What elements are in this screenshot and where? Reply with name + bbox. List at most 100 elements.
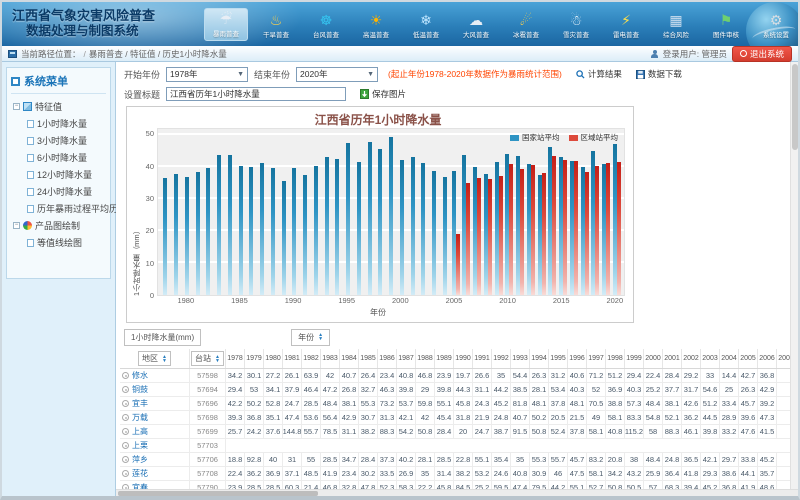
year-column-header[interactable]: 1985 [359, 349, 378, 368]
year-column-header[interactable]: 1984 [340, 349, 359, 368]
year-column-header[interactable]: 2000 [644, 349, 663, 368]
data-cell: 35 [416, 467, 435, 480]
collapse-icon[interactable]: − [13, 103, 20, 110]
row-radio[interactable] [122, 428, 129, 435]
tree-item-24小时降水量[interactable]: 24小时降水量 [11, 183, 106, 200]
vertical-scrollbar[interactable] [790, 62, 798, 489]
year-column-header[interactable]: 1993 [511, 349, 530, 368]
sort-button-台站[interactable]: 台站▲▼ [191, 351, 224, 366]
year-column-header[interactable]: 1978 [226, 349, 245, 368]
toolbar-item-snow-survey[interactable]: ☃雪灾普查 [554, 10, 598, 41]
year-column-header[interactable]: 2006 [758, 349, 777, 368]
year-column-header[interactable]: 1980 [264, 349, 283, 368]
data-cell: 42.1 [701, 453, 720, 466]
year-column-header[interactable]: 1986 [378, 349, 397, 368]
row-radio[interactable] [122, 386, 129, 393]
year-column-header[interactable]: 1998 [606, 349, 625, 368]
x-tick-label [544, 296, 553, 307]
year-column-header[interactable]: 1983 [321, 349, 340, 368]
tree-group-0[interactable]: −特征值 [11, 98, 106, 115]
year-column-header[interactable]: 1991 [473, 349, 492, 368]
tree-item-3小时降水量[interactable]: 3小时降水量 [11, 132, 106, 149]
year-column-header[interactable]: 1988 [416, 349, 435, 368]
year-column-header[interactable]: 1994 [530, 349, 549, 368]
row-radio[interactable] [122, 456, 129, 463]
year-column-header[interactable]: 2003 [701, 349, 720, 368]
toolbar-item-lightning-survey[interactable]: ⚡雷电普查 [604, 10, 648, 41]
horizontal-scrollbar[interactable] [116, 489, 798, 496]
station-name-link[interactable]: 莲花 [132, 468, 148, 479]
tree-item-6小时降水量[interactable]: 6小时降水量 [11, 149, 106, 166]
national-bar-1983 [217, 155, 221, 295]
tree-item-12小时降水量[interactable]: 12小时降水量 [11, 166, 106, 183]
toolbar-item-hightemp-survey[interactable]: ☀高温普查 [354, 10, 398, 41]
year-column-header[interactable]: 2004 [720, 349, 739, 368]
hail-survey-icon: ☄ [520, 12, 533, 28]
data-cell: 39.2 [758, 397, 777, 410]
toolbar-item-wind-survey[interactable]: ☁大风普查 [454, 10, 498, 41]
year-column-header[interactable]: 1990 [454, 349, 473, 368]
tree-item-历年暴雨过程平均历时数[interactable]: 历年暴雨过程平均历时数 [11, 200, 106, 217]
row-radio[interactable] [122, 400, 129, 407]
toolbar-item-label: 图件审核 [713, 29, 739, 39]
station-id-cell: 57598 [190, 369, 226, 382]
chart-title-input[interactable] [166, 87, 346, 101]
toolbar-item-drought-survey[interactable]: ♨干旱普查 [254, 10, 298, 41]
sort-button-地区[interactable]: 地区▲▼ [138, 351, 171, 366]
toolbar-item-map-review[interactable]: ⚑图件审核 [704, 10, 748, 41]
tree-group-1[interactable]: −产品图绘制 [11, 217, 106, 234]
station-name-link[interactable]: 上栗 [132, 440, 148, 451]
tree-item-1小时降水量[interactable]: 1小时降水量 [11, 115, 106, 132]
year-column-header[interactable]: 2002 [682, 349, 701, 368]
data-cell: 48.4 [321, 397, 340, 410]
year-column-header[interactable]: 1982 [302, 349, 321, 368]
year-column-header[interactable]: 2001 [663, 349, 682, 368]
data-cell: 28.1 [416, 453, 435, 466]
end-year-select[interactable]: 2020年 ▼ [296, 67, 378, 82]
year-column-header[interactable]: 1981 [283, 349, 302, 368]
row-radio[interactable] [122, 372, 129, 379]
toolbar-item-rainstorm-survey[interactable]: ☔暴雨普查 [204, 8, 248, 41]
station-name-link[interactable]: 修水 [132, 370, 148, 381]
national-bar-1993 [325, 157, 329, 295]
horizontal-scrollbar-thumb[interactable] [118, 491, 318, 496]
station-name-link[interactable]: 上高 [132, 426, 148, 437]
year-column-header[interactable]: 2005 [739, 349, 758, 368]
toolbar-item-hail-survey[interactable]: ☄冰雹普查 [504, 10, 548, 41]
save-image-button[interactable]: 保存图片 [360, 88, 406, 100]
station-name-link[interactable]: 萍乡 [132, 454, 148, 465]
row-radio[interactable] [122, 414, 129, 421]
toolbar-item-composite-risk[interactable]: ▦综合风险 [654, 10, 698, 41]
row-radio[interactable] [122, 442, 129, 449]
logout-button[interactable]: 退出系统 [732, 46, 792, 62]
year-column-header[interactable]: 1979 [245, 349, 264, 368]
data-cell: 28.9 [720, 411, 739, 424]
station-name-link[interactable]: 铜鼓 [132, 384, 148, 395]
calc-result-button[interactable]: 计算结果 [576, 68, 622, 80]
chart-bars [158, 129, 624, 295]
x-tick-label [418, 296, 427, 307]
vertical-scrollbar-thumb[interactable] [792, 64, 798, 150]
year-column-header[interactable]: 1996 [568, 349, 587, 368]
year-column-header[interactable]: 1989 [435, 349, 454, 368]
station-name-link[interactable]: 宜丰 [132, 398, 148, 409]
toolbar-item-lowtemp-survey[interactable]: ❄低温普查 [404, 10, 448, 41]
sidebar: 系统菜单 −特征值1小时降水量3小时降水量6小时降水量12小时降水量24小时降水… [2, 62, 116, 496]
year-sort-button[interactable]: 年份 ▲▼ [291, 329, 330, 346]
tree-item-等值线绘图[interactable]: 等值线绘图 [11, 234, 106, 251]
year-column-header[interactable]: 1995 [549, 349, 568, 368]
year-column-header[interactable]: 1987 [397, 349, 416, 368]
year-column-header[interactable]: 1997 [587, 349, 606, 368]
breadcrumb[interactable]: 暴雨普查 / 特征值 / 历史1小时降水量 [89, 48, 227, 60]
region-cell: 万载 [120, 411, 190, 424]
collapse-icon[interactable]: − [13, 222, 20, 229]
data-download-button[interactable]: 数据下载 [636, 68, 682, 80]
bar-group-2013 [536, 129, 547, 295]
start-year-select[interactable]: 1978年 ▼ [166, 67, 248, 82]
year-column-header[interactable]: 1992 [492, 349, 511, 368]
station-name-link[interactable]: 万载 [132, 412, 148, 423]
toolbar-item-system-settings[interactable]: ⚙系统设置 [754, 10, 798, 41]
toolbar-item-typhoon-survey[interactable]: ☸台风普查 [304, 10, 348, 41]
row-radio[interactable] [122, 470, 129, 477]
year-column-header[interactable]: 1999 [625, 349, 644, 368]
